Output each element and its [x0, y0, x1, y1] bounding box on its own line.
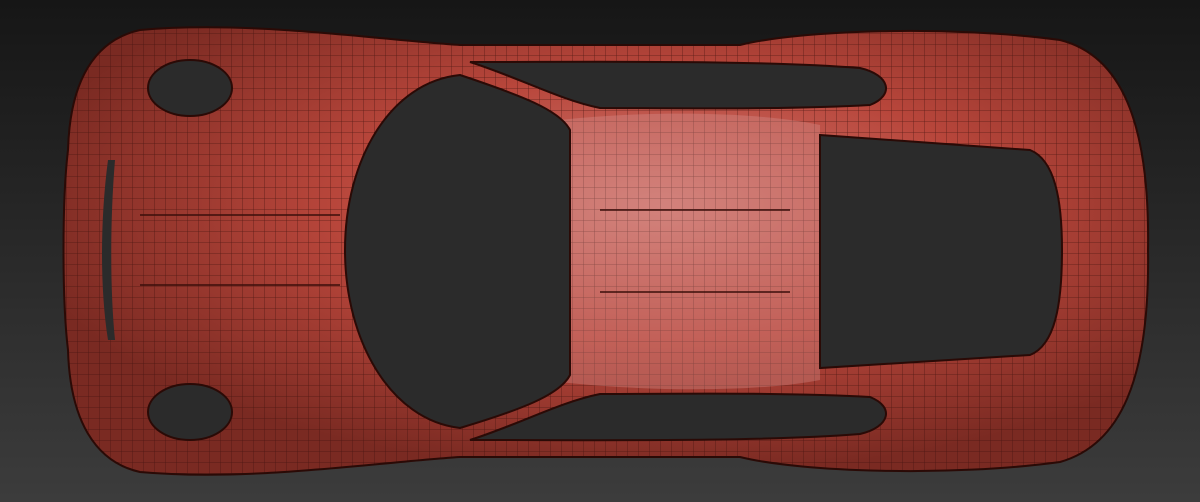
- headlight-bottom: [147, 383, 233, 441]
- headlight-top: [147, 59, 233, 117]
- roof-panel: [560, 113, 820, 390]
- rear-window: [819, 133, 1064, 370]
- car-render: [0, 0, 1200, 502]
- 3d-viewport[interactable]: [0, 0, 1200, 502]
- windshield: [343, 73, 571, 430]
